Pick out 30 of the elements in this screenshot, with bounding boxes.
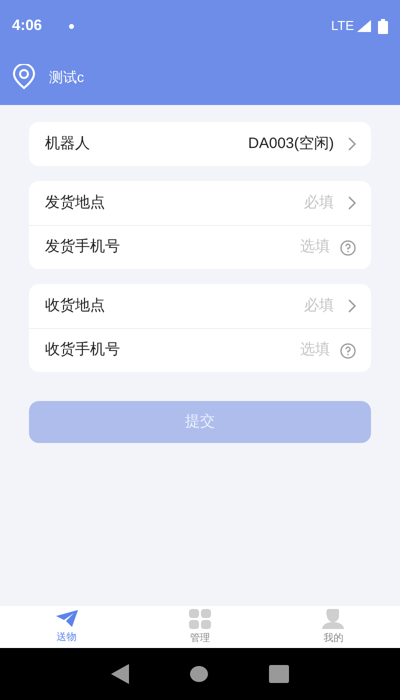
home-icon[interactable] [190,665,208,683]
signal-icon [356,19,372,33]
field-placeholder[interactable]: 选填 [300,236,330,259]
recents-icon[interactable] [269,665,290,683]
field-placeholder[interactable]: 必填 [304,294,334,318]
field-label: 发货手机号 [45,237,120,258]
field-label: 机器人 [45,134,90,154]
back-icon[interactable] [110,664,129,684]
tab[interactable]: 管理 [133,606,267,648]
field-value[interactable]: DA003(空闲) [248,132,334,156]
field-placeholder[interactable]: 选填 [300,339,330,362]
field-label: 收货地点 [45,296,105,316]
battery-icon [378,18,388,34]
status-time: 4:06 [12,16,42,36]
chevron-right-icon[interactable] [348,137,356,151]
tab[interactable]: 送物 [0,606,134,648]
location-name[interactable]: 测试c [49,66,84,88]
person-icon [322,608,344,628]
field-label: 发货地点 [45,192,105,213]
help-icon[interactable] [340,342,356,358]
field-label: 收货手机号 [45,340,120,360]
network-label: LTE [331,17,354,36]
paper-plane-icon [56,610,78,628]
help-icon[interactable] [340,240,356,256]
location-pin-icon[interactable] [12,64,36,90]
chevron-right-icon[interactable] [348,196,356,210]
field-placeholder[interactable]: 必填 [304,192,334,214]
tab[interactable]: 我的 [266,606,400,648]
grid-icon [188,608,211,628]
chevron-right-icon[interactable] [348,299,356,313]
